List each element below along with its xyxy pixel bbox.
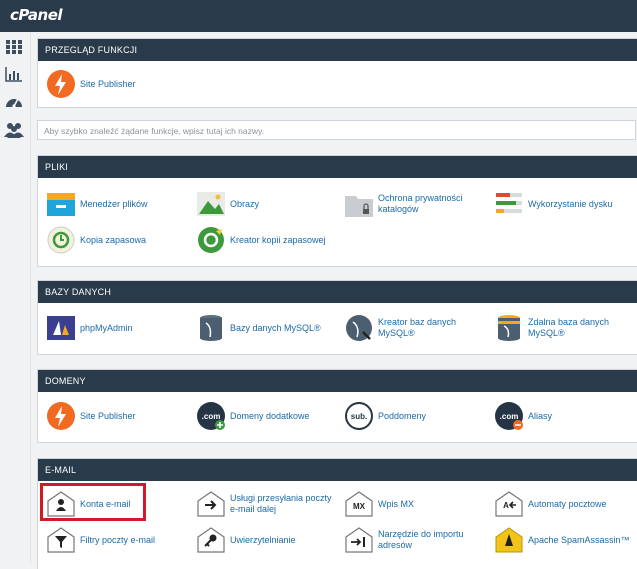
disk-usage-icon	[496, 193, 522, 213]
section-domains: DOMENY Site Publisher .com Domeny dodatk…	[37, 369, 637, 443]
images-icon	[197, 192, 225, 216]
domains-site-publisher-link[interactable]: Site Publisher	[46, 400, 191, 434]
phpmyadmin-icon	[47, 316, 75, 340]
svg-text:.com: .com	[202, 412, 221, 421]
directory-privacy-link[interactable]: Ochrona prywatności katalogów	[344, 188, 489, 222]
sidebar	[0, 32, 31, 563]
highlight-box	[40, 483, 146, 521]
section-files: PLIKI Menedżer plików Obrazy Ochrona pry…	[37, 155, 637, 267]
database-icon	[200, 315, 222, 341]
section-title: DOMENY	[38, 370, 637, 392]
mysql-databases-link[interactable]: Bazy danych MySQL®	[196, 312, 341, 346]
disk-usage-link[interactable]: Wykorzystanie dysku	[494, 188, 637, 222]
email-filter-icon	[47, 527, 75, 553]
section-databases: BAZY DANYCH phpMyAdmin Bazy danych MySQL…	[37, 280, 637, 355]
svg-text:.com: .com	[500, 412, 519, 421]
authentication-link[interactable]: Uwierzytelnianie	[196, 524, 341, 558]
email-forward-icon	[197, 491, 225, 517]
svg-text:MX: MX	[353, 502, 366, 511]
remote-database-icon	[498, 315, 520, 341]
key-icon	[197, 527, 225, 553]
home-grid-icon[interactable]	[4, 38, 24, 56]
users-icon[interactable]	[4, 121, 24, 139]
lightning-icon	[47, 70, 75, 98]
spamassassin-icon	[495, 527, 523, 553]
folder-lock-icon	[345, 196, 373, 217]
section-overview: PRZEGLĄD FUNKCJI Site Publisher	[37, 38, 637, 108]
mx-icon: MX	[345, 491, 373, 517]
svg-text:A: A	[503, 501, 509, 510]
subdomains-link[interactable]: sub. Poddomeny	[344, 400, 489, 434]
alias-domain-icon: .com	[495, 402, 523, 430]
forwarders-link[interactable]: Usługi przesyłania poczty e-mail dalej	[196, 488, 341, 522]
subdomain-icon: sub.	[345, 402, 373, 430]
addon-domains-link[interactable]: .com Domeny dodatkowe	[196, 400, 341, 434]
images-link[interactable]: Obrazy	[196, 188, 341, 222]
section-title: BAZY DANYCH	[38, 281, 637, 303]
remote-mysql-link[interactable]: Zdalna baza danych MySQL®	[494, 312, 637, 346]
mx-entry-link[interactable]: MX Wpis MX	[344, 488, 489, 522]
file-manager-icon	[47, 193, 75, 216]
autoresponder-icon: A	[495, 491, 523, 517]
backup-wizard-link[interactable]: Kreator kopii zapasowej	[196, 224, 341, 258]
aliases-link[interactable]: .com Aliasy	[494, 400, 637, 434]
lightning-icon	[47, 402, 75, 430]
section-title: PRZEGLĄD FUNKCJI	[38, 39, 637, 61]
database-wizard-icon	[346, 315, 372, 341]
file-manager-link[interactable]: Menedżer plików	[46, 188, 191, 222]
spamassassin-link[interactable]: Apache SpamAssassin™	[494, 524, 637, 558]
dashboard-icon[interactable]	[4, 93, 24, 111]
email-filters-link[interactable]: Filtry poczty e-mail	[46, 524, 191, 558]
section-title: PLIKI	[38, 156, 637, 178]
import-icon	[345, 527, 373, 553]
top-bar: cPanel	[0, 0, 637, 32]
addon-domain-icon: .com	[197, 402, 225, 430]
search-input[interactable]: Aby szybko znaleźć żądane funkcje, wpisz…	[37, 120, 636, 140]
backup-wizard-icon	[198, 227, 224, 253]
svg-text:sub.: sub.	[351, 412, 367, 421]
section-title: E-MAIL	[38, 459, 637, 481]
autoresponders-link[interactable]: A Automaty pocztowe	[494, 488, 637, 522]
cpanel-logo[interactable]: cPanel	[10, 6, 63, 24]
stats-icon[interactable]	[4, 65, 24, 83]
mysql-wizard-link[interactable]: Kreator baz danych MySQL®	[344, 312, 489, 346]
address-importer-link[interactable]: Narzędzie do importu adresów	[344, 524, 489, 558]
phpmyadmin-link[interactable]: phpMyAdmin	[46, 312, 191, 346]
site-publisher-link[interactable]: Site Publisher	[46, 68, 196, 102]
backup-link[interactable]: Kopia zapasowa	[46, 224, 191, 258]
backup-icon	[47, 226, 75, 254]
